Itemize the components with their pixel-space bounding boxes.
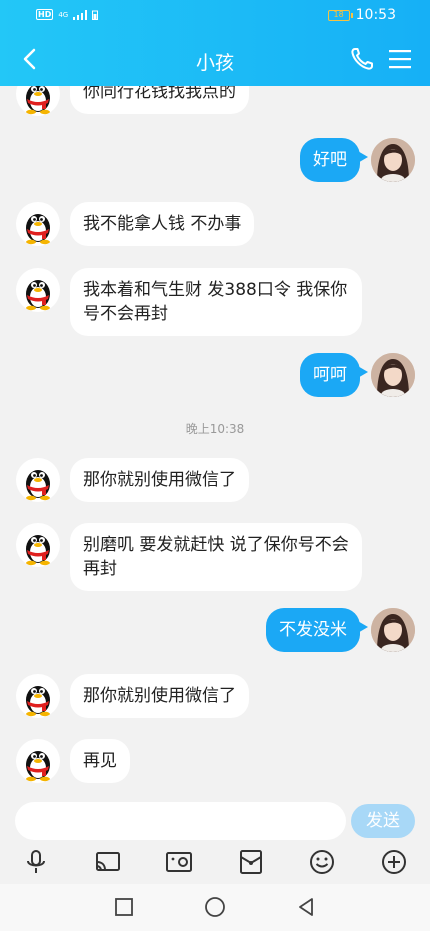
outgoing-message[interactable]: 不发没米 [266,608,368,652]
status-bar: HD 4G 18 10:53 [0,0,430,32]
plus-circle-icon[interactable] [380,848,408,876]
send-button[interactable]: 发送 [351,804,415,838]
user-photo-icon [371,608,415,652]
hd-label: HD [36,9,54,20]
penguin-icon [26,470,50,501]
incoming-message[interactable]: 我不能拿人钱 不办事 [70,202,255,246]
incoming-message[interactable]: 再见 [70,739,130,783]
app-header: HD 4G 18 10:53 小孩 [0,0,430,86]
nav-bar: 小孩 [0,32,430,86]
penguin-icon [26,214,50,245]
phone-icon[interactable] [349,46,375,72]
chat-area[interactable]: 你同行花钱找我点的 好吧 我不能拿人钱 不办事 我本着和气生财 发388口令 我… [0,86,430,792]
status-time: 10:53 [355,7,396,23]
penguin-icon [26,280,50,311]
incoming-message[interactable]: 那你就别使用微信了 [70,458,249,502]
contact-avatar[interactable] [16,523,60,567]
penguin-icon [26,686,50,717]
incoming-message[interactable]: 你同行花钱找我点的 [70,86,249,114]
user-photo-icon [371,138,415,182]
battery-icon: 18 [327,9,353,21]
red-envelope-icon[interactable] [237,848,265,876]
incoming-message[interactable]: 那你就别使用微信了 [70,674,249,718]
outgoing-message[interactable]: 好吧 [300,138,368,182]
signal-icon [73,9,88,20]
contact-avatar[interactable] [16,674,60,718]
incoming-message[interactable]: 我本着和气生财 发388口令 我保你号不会再封 [70,268,362,336]
user-avatar[interactable] [371,138,415,182]
timestamp: 晚上10:38 [185,422,245,436]
contact-avatar[interactable] [16,458,60,502]
recents-icon[interactable] [113,896,135,918]
contact-avatar[interactable] [16,739,60,783]
outgoing-message[interactable]: 呵呵 [300,353,368,397]
incoming-message[interactable]: 别磨叽 要发就赶快 说了保你号不会再封 [70,523,362,591]
contact-avatar[interactable] [16,86,60,116]
user-avatar[interactable] [371,353,415,397]
video-card-icon[interactable] [165,848,193,876]
penguin-icon [26,86,50,115]
message-input[interactable] [15,802,346,840]
smile-icon[interactable] [308,848,336,876]
back-triangle-icon[interactable] [295,896,317,918]
battery-small-icon [92,10,99,20]
penguin-icon [26,751,50,782]
input-bar: 发送 [0,792,430,884]
cast-icon[interactable] [94,848,122,876]
microphone-icon[interactable] [22,848,50,876]
penguin-icon [26,535,50,566]
hamburger-menu-icon[interactable] [388,47,412,71]
system-nav-bar [0,884,430,931]
user-photo-icon [371,353,415,397]
battery-level: 18 [333,9,344,19]
user-avatar[interactable] [371,608,415,652]
contact-avatar[interactable] [16,268,60,312]
signal-label: 4G [58,10,69,19]
toolbar [0,848,430,878]
home-icon[interactable] [204,896,226,918]
contact-avatar[interactable] [16,202,60,246]
